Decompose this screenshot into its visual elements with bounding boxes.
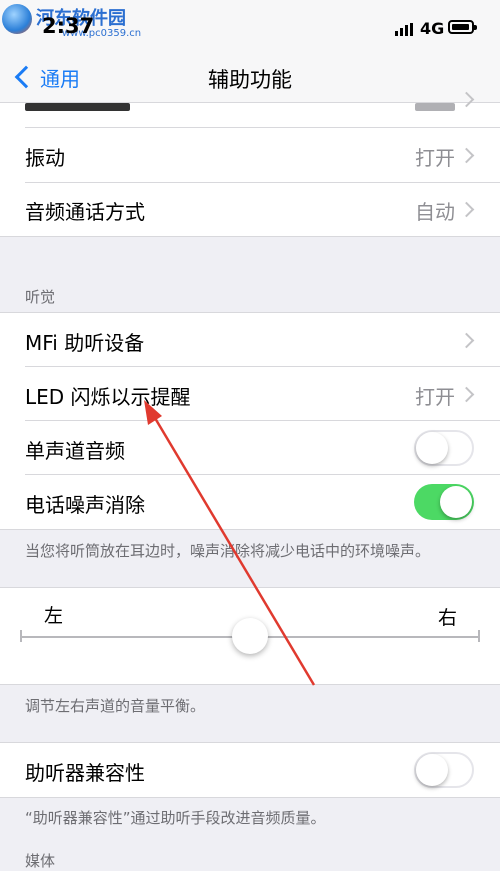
annotation-arrow-head <box>144 400 162 425</box>
annotation-arrow-line <box>150 412 316 686</box>
annotation-arrow <box>144 400 316 686</box>
